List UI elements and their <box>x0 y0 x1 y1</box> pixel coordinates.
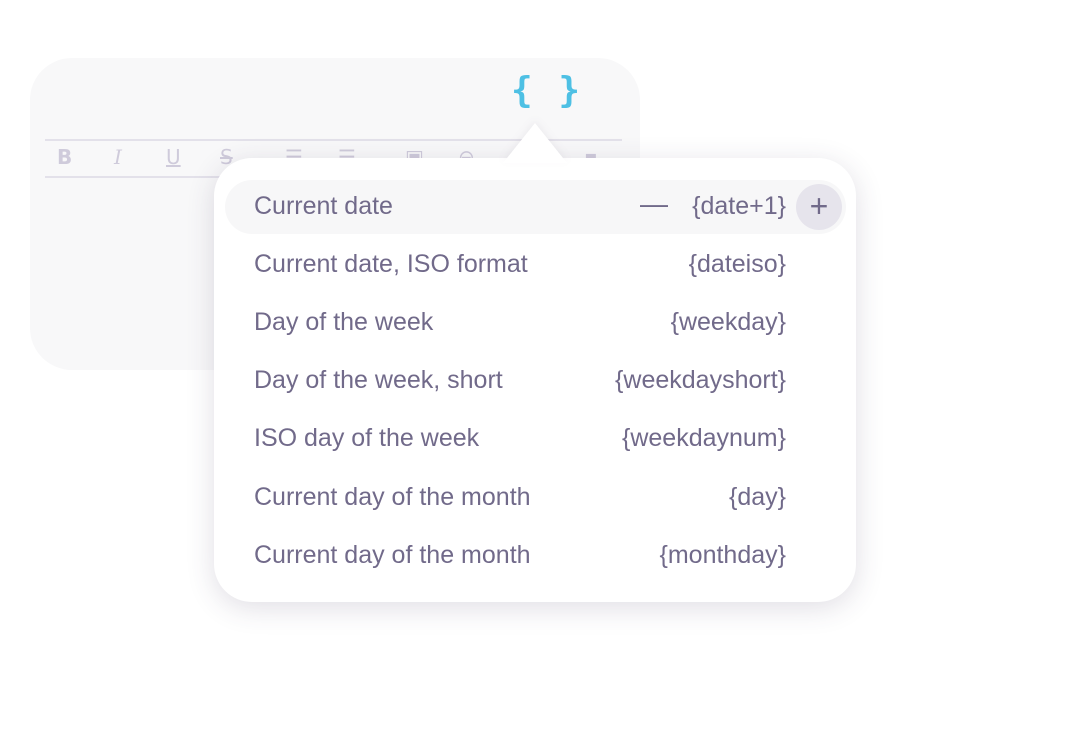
variables-button[interactable]: { } <box>511 70 582 111</box>
menu-item-token: {weekdayshort} <box>615 366 786 394</box>
menu-item[interactable]: ISO day of the week {weekdaynum} <box>225 412 846 466</box>
menu-item-label: Current day of the month <box>254 541 531 569</box>
menu-item-current-date[interactable]: Current date — {date+1} + <box>225 180 846 234</box>
minus-icon[interactable]: — <box>640 188 668 220</box>
menu-item[interactable]: Current day of the month {day} <box>225 471 846 525</box>
menu-item-label: Current date, ISO format <box>254 250 528 278</box>
underline-icon[interactable]: U <box>166 145 181 169</box>
menu-item-label: Day of the week <box>254 308 434 336</box>
menu-item[interactable]: Current date, ISO format {dateiso} <box>225 238 846 292</box>
menu-item-label: ISO day of the week <box>254 424 480 452</box>
dropdown-arrow <box>503 123 567 163</box>
menu-item-token: {day} <box>728 483 786 511</box>
menu-item[interactable]: Day of the week {weekday} <box>225 296 846 350</box>
menu-item-token: {dateiso} <box>688 250 786 278</box>
menu-item-token: {date+1} <box>692 192 786 220</box>
menu-item-label: Current date <box>254 192 393 220</box>
menu-item[interactable]: Current day of the month {monthday} <box>225 529 846 583</box>
menu-item-token: {weekday} <box>670 308 786 336</box>
menu-item-label: Current day of the month <box>254 483 531 511</box>
menu-item[interactable]: Day of the week, short {weekdayshort} <box>225 354 846 408</box>
menu-item-token: {weekdaynum} <box>621 424 786 452</box>
bold-icon[interactable]: B <box>57 145 72 169</box>
variables-dropdown: Current date — {date+1} + Current date, … <box>214 158 856 602</box>
italic-icon[interactable]: I <box>114 145 122 169</box>
plus-icon[interactable]: + <box>796 184 842 230</box>
menu-item-label: Day of the week, short <box>254 366 503 394</box>
menu-item-token: {monthday} <box>659 541 787 569</box>
